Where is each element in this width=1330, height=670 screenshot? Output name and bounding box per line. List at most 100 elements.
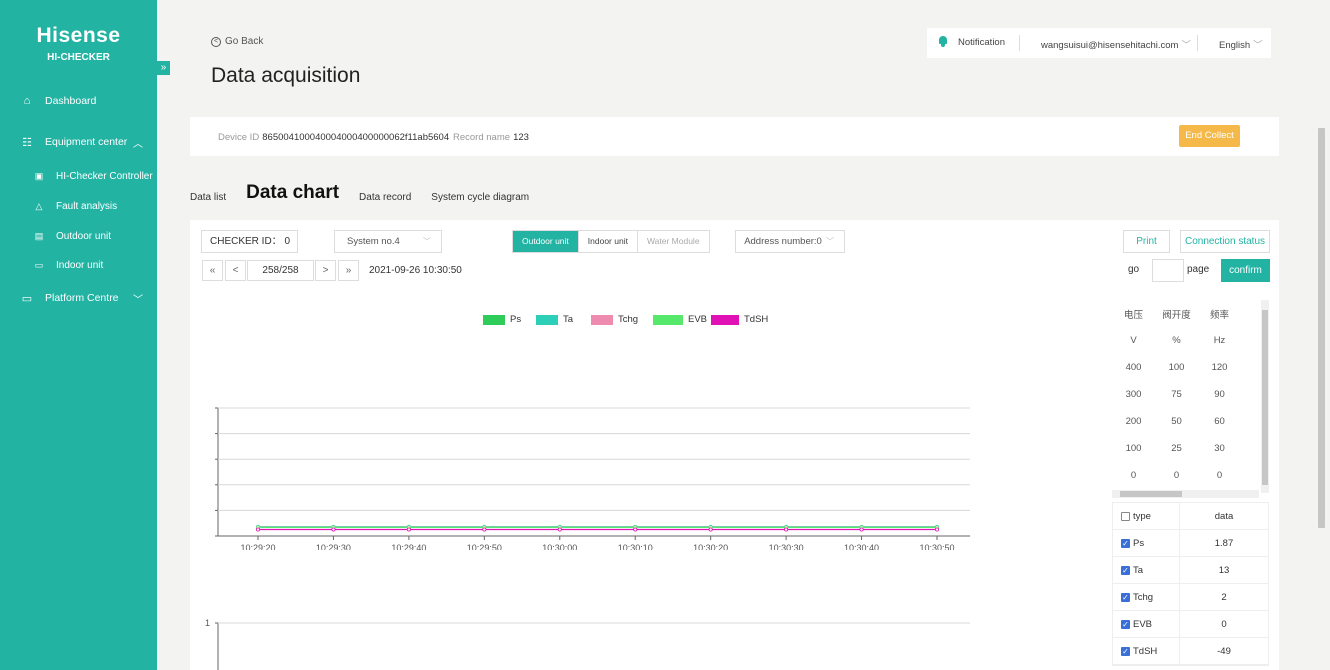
legend-item-tchg[interactable]: Tchg bbox=[591, 314, 638, 325]
tab-data-record[interactable]: Data record bbox=[359, 192, 411, 204]
sidebar-item-label: Equipment center bbox=[45, 136, 128, 148]
sidebar-item-fault-analysis[interactable]: △ Fault analysis bbox=[0, 195, 157, 217]
sidebar-item-label: Dashboard bbox=[45, 95, 97, 107]
unit-cell: Hz bbox=[1213, 335, 1226, 346]
data-header: data bbox=[1214, 510, 1234, 522]
segment-water-module[interactable]: Water Module bbox=[638, 231, 709, 252]
data-point-tdsh bbox=[708, 527, 713, 532]
type-cell[interactable]: ✓ Ta bbox=[1113, 557, 1180, 583]
type-cell[interactable]: ✓ EVB bbox=[1113, 611, 1180, 637]
axis-header-row: 电压 阀开度 频率 bbox=[1112, 300, 1260, 327]
connection-status-button[interactable]: Connection status bbox=[1180, 230, 1270, 253]
go-label: go bbox=[1128, 264, 1140, 275]
sidebar-item-outdoor-unit[interactable]: ▤ Outdoor unit bbox=[0, 225, 157, 247]
sidebar-item-equipment-center[interactable]: ☷ Equipment center ︿ bbox=[0, 131, 157, 153]
end-collect-button[interactable]: End Collect bbox=[1179, 125, 1240, 147]
device-id: Device ID 865004100040004000400000062f11… bbox=[218, 131, 449, 143]
legend-item-evb[interactable]: EVB bbox=[653, 314, 707, 325]
tab-data-list[interactable]: Data list bbox=[190, 192, 226, 204]
data-point-tdsh bbox=[331, 527, 336, 532]
checkbox-checked[interactable]: ✓ bbox=[1121, 538, 1130, 548]
unit-cell: % bbox=[1172, 335, 1181, 346]
scrollbar-thumb[interactable] bbox=[1318, 128, 1325, 528]
checkbox-checked[interactable]: ✓ bbox=[1121, 592, 1130, 602]
data-point-tdsh bbox=[256, 527, 261, 532]
sidebar-item-label: Fault analysis bbox=[56, 200, 118, 212]
legend-item-ta[interactable]: Ta bbox=[536, 314, 573, 325]
scale-cell: 60 bbox=[1214, 416, 1225, 427]
go-back-link[interactable]: < Go Back bbox=[211, 36, 263, 47]
segment-outdoor-unit[interactable]: Outdoor unit bbox=[513, 231, 579, 252]
last-page-button[interactable]: » bbox=[338, 260, 359, 281]
axis-scale-row: 200 50 60 bbox=[1112, 408, 1260, 435]
type-label: EVB bbox=[1133, 618, 1153, 630]
axis-scale-row: 300 75 90 bbox=[1112, 381, 1260, 408]
device-id-value: 865004100040004000400000062f11ab5604 bbox=[262, 132, 450, 143]
chart-panel: CHECKER ID： 0 System no.4 ﹀ Outdoor unit… bbox=[190, 220, 1279, 670]
vertical-scrollbar[interactable] bbox=[1261, 300, 1269, 493]
legend-swatch bbox=[483, 314, 505, 325]
x-tick-label: 10:30:00 bbox=[542, 543, 577, 550]
chevron-down-icon: ﹀ bbox=[133, 294, 143, 306]
scrollbar-thumb[interactable] bbox=[1120, 491, 1182, 497]
scale-cell: 0 bbox=[1173, 470, 1180, 481]
checkbox[interactable] bbox=[1121, 511, 1130, 521]
scrollbar-thumb[interactable] bbox=[1262, 310, 1268, 485]
bell-icon[interactable] bbox=[938, 36, 948, 47]
page-scrollbar[interactable] bbox=[1317, 118, 1326, 670]
page-title: Data acquisition bbox=[211, 64, 361, 87]
system-select[interactable]: System no.4 ﹀ bbox=[334, 230, 442, 253]
divider bbox=[1197, 35, 1198, 51]
legend-item-ps[interactable]: Ps bbox=[483, 314, 521, 325]
notification-link[interactable]: Notification bbox=[958, 37, 1005, 48]
page-label: page bbox=[1187, 264, 1210, 275]
view-tabs: Data list Data chart Data record System … bbox=[190, 182, 549, 204]
horizontal-scrollbar[interactable] bbox=[1112, 490, 1259, 498]
scale-cell: 75 bbox=[1171, 389, 1182, 400]
confirm-button[interactable]: confirm bbox=[1221, 259, 1270, 282]
second-line-chart: 1 bbox=[205, 618, 970, 670]
type-header[interactable]: type bbox=[1113, 503, 1180, 529]
type-label: Ps bbox=[1133, 537, 1145, 549]
language-label: English bbox=[1219, 40, 1251, 51]
address-select[interactable]: Address number:0 ﹀ bbox=[735, 230, 845, 253]
sidebar-item-platform-centre[interactable]: ▭ Platform Centre ﹀ bbox=[0, 287, 157, 309]
type-cell[interactable]: ✓ TdSH bbox=[1113, 638, 1180, 664]
tab-system-cycle-diagram[interactable]: System cycle diagram bbox=[431, 192, 529, 204]
first-page-button[interactable]: « bbox=[202, 260, 223, 281]
print-button[interactable]: Print bbox=[1123, 230, 1170, 253]
legend-swatch bbox=[591, 314, 613, 325]
legend-swatch bbox=[711, 314, 739, 325]
legend-item-tdsh[interactable]: TdSH bbox=[711, 314, 768, 325]
checkbox-checked[interactable]: ✓ bbox=[1121, 565, 1130, 575]
address-select-value: Address number:0 bbox=[744, 236, 822, 247]
user-menu[interactable]: wangsuisui@hisensehitachi.com ﹀ bbox=[1041, 37, 1191, 51]
legend-label: TdSH bbox=[744, 314, 769, 325]
prev-page-button[interactable]: < bbox=[225, 260, 246, 281]
x-tick-label: 10:30:20 bbox=[693, 543, 728, 550]
sidebar-item-dashboard[interactable]: ⌂ Dashboard bbox=[0, 90, 157, 112]
next-page-button[interactable]: > bbox=[315, 260, 336, 281]
segment-indoor-unit[interactable]: Indoor unit bbox=[579, 231, 638, 252]
table-row: ✓ Ps 1.87 bbox=[1113, 530, 1268, 557]
tab-data-chart[interactable]: Data chart bbox=[246, 182, 339, 204]
checker-id-field[interactable]: CHECKER ID： 0 bbox=[201, 230, 298, 253]
type-cell[interactable]: ✓ Tchg bbox=[1113, 584, 1180, 610]
sidebar-item-hi-checker-controller[interactable]: ▣ HI-Checker Controller bbox=[0, 165, 157, 187]
chevron-down-icon: ﹀ bbox=[826, 237, 834, 246]
axis-scale-row: 100 25 30 bbox=[1112, 435, 1260, 462]
checkbox-checked[interactable]: ✓ bbox=[1121, 646, 1130, 656]
unit-cell: V bbox=[1130, 335, 1137, 346]
x-tick-label: 10:29:30 bbox=[316, 543, 351, 550]
home-icon: ⌂ bbox=[23, 95, 31, 107]
monitor-icon: ▭ bbox=[21, 292, 33, 305]
type-cell[interactable]: ✓ Ps bbox=[1113, 530, 1180, 556]
checkbox-checked[interactable]: ✓ bbox=[1121, 619, 1130, 629]
sidebar-item-indoor-unit[interactable]: ▭ Indoor unit bbox=[0, 254, 157, 276]
data-point-tdsh bbox=[935, 527, 940, 532]
scale-cell: 100 bbox=[1168, 362, 1185, 373]
language-select[interactable]: English ﹀ bbox=[1219, 37, 1263, 51]
sidebar-toggle-button[interactable]: » bbox=[157, 61, 170, 75]
page-input[interactable] bbox=[1152, 259, 1184, 282]
timestamp: 2021-09-26 10:30:50 bbox=[369, 265, 462, 276]
